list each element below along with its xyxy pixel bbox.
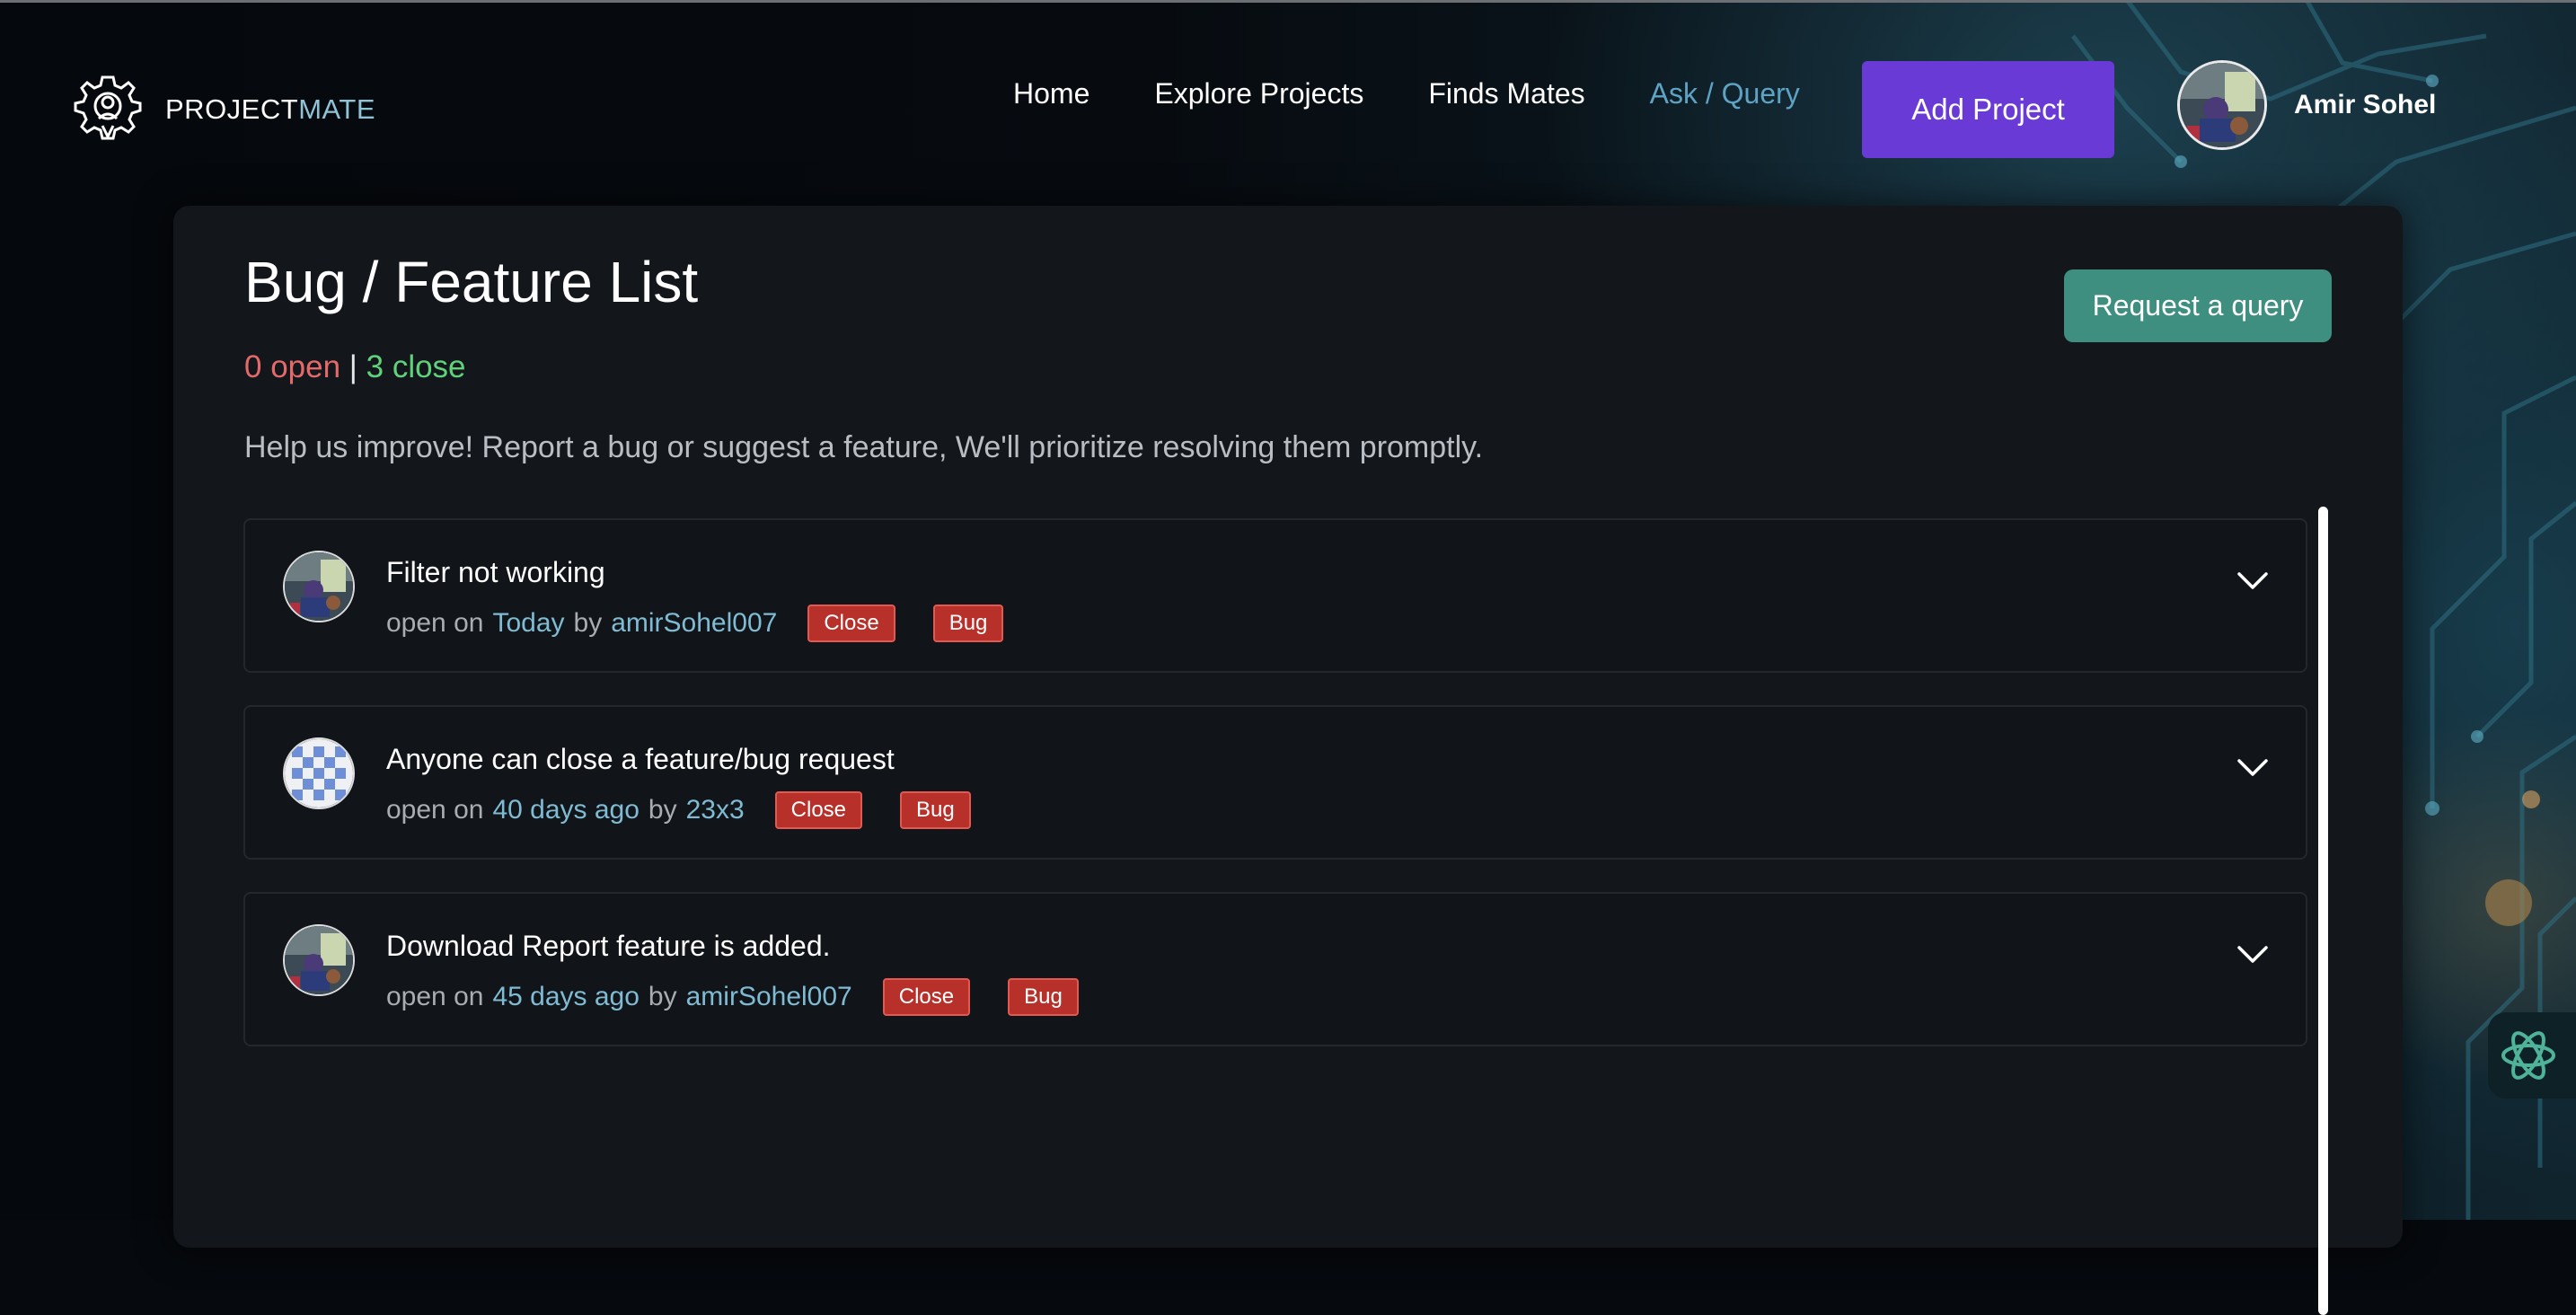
list-scrollbar[interactable] [2318,507,2328,1315]
brand-name: PROJECTMATE [165,93,375,125]
issue-author[interactable]: amirSohel007 [611,608,777,639]
issue-item[interactable]: Download Report feature is added. open o… [243,892,2307,1046]
status-badge: Close [807,605,895,642]
type-badge: Bug [932,605,1004,642]
brand-logo[interactable]: PROJECTMATE [70,72,375,147]
add-project-button[interactable]: Add Project [1862,61,2114,158]
bug-feature-card: Bug / Feature List Request a query 0 ope… [173,206,2403,1315]
open-count: 0 open [244,349,341,384]
issue-status-prefix: open on [386,795,484,825]
status-badge: Close [882,978,971,1016]
author-avatar [283,551,355,622]
issue-counts: 0 open | 3 close [244,349,466,385]
main-nav: Home Explore Projects Finds Mates Ask / … [1013,77,1800,110]
issue-by-label: by [573,608,603,638]
issue-status-prefix: open on [386,608,484,638]
issue-title[interactable]: Anyone can close a feature/bug request [386,743,895,776]
count-separator: | [348,349,357,384]
nav-ask-query[interactable]: Ask / Query [1650,77,1800,110]
status-badge: Close [774,791,863,829]
user-name: Amir Sohel [2294,90,2437,119]
nav-finds-mates[interactable]: Finds Mates [1428,77,1584,110]
chevron-down-icon[interactable] [2236,937,2270,971]
window-top-border [0,0,2576,3]
issue-meta: open on 45 days ago by amirSohel007 Clos… [386,978,1079,1016]
issue-title[interactable]: Filter not working [386,556,605,589]
type-badge: Bug [1008,978,1079,1016]
issue-status-prefix: open on [386,982,484,1011]
type-badge: Bug [900,791,971,829]
chatbot-icon [2501,1031,2555,1080]
chatbot-launcher[interactable] [2488,1012,2576,1099]
request-query-button[interactable]: Request a query [2064,269,2332,342]
issue-list: Filter not working open on Today by amir… [243,518,2309,1079]
user-avatar[interactable] [2177,60,2267,150]
user-menu[interactable]: Amir Sohel [2177,60,2436,150]
issue-item[interactable]: Filter not working open on Today by amir… [243,518,2307,673]
issue-date: Today [492,608,565,638]
author-avatar [283,737,355,809]
issue-by-label: by [648,795,677,825]
close-count: 3 close [366,349,466,384]
issue-author[interactable]: 23x3 [686,795,745,825]
issue-date: 45 days ago [492,982,640,1011]
issue-item[interactable]: Anyone can close a feature/bug request o… [243,705,2307,860]
issue-author[interactable]: amirSohel007 [686,982,852,1012]
nav-explore-projects[interactable]: Explore Projects [1154,77,1363,110]
page-title: Bug / Feature List [244,250,699,314]
gear-logo-icon [74,75,142,140]
nav-home[interactable]: Home [1013,77,1090,110]
issue-meta: open on 40 days ago by 23x3 Close Bug [386,791,971,829]
page-description: Help us improve! Report a bug or suggest… [244,430,1484,464]
author-avatar [283,924,355,996]
chevron-down-icon[interactable] [2236,563,2270,597]
issue-title[interactable]: Download Report feature is added. [386,930,831,963]
chevron-down-icon[interactable] [2236,750,2270,784]
issue-date: 40 days ago [492,795,640,825]
issue-meta: open on Today by amirSohel007 Close Bug [386,605,1004,642]
issue-by-label: by [648,982,677,1011]
